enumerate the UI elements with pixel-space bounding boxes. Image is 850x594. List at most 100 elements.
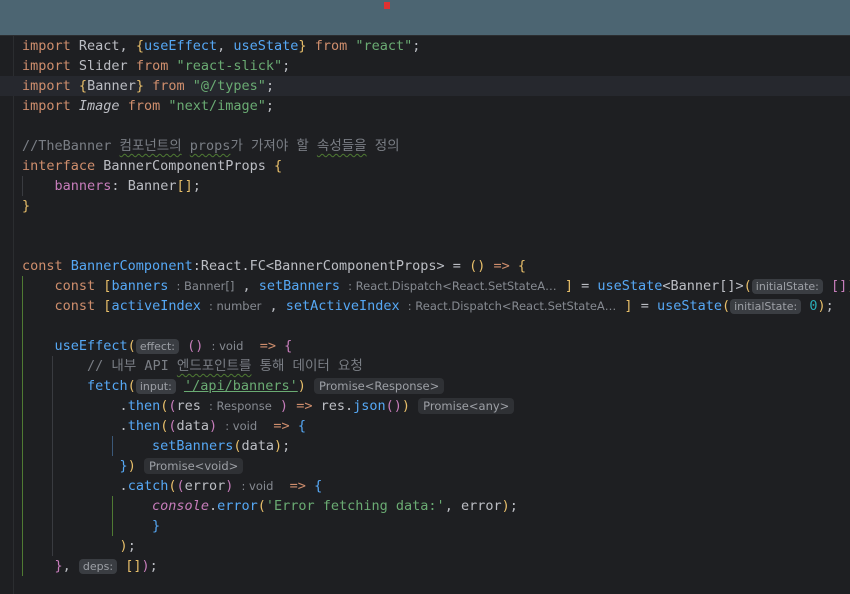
indent-guide: [22, 496, 23, 516]
code-token: =>: [493, 258, 510, 274]
code-token: React,: [70, 38, 136, 54]
code-line[interactable]: }, deps: []);: [0, 556, 850, 576]
code-line[interactable]: [0, 236, 850, 256]
code-token: (): [469, 258, 486, 274]
code-token: "react-slick": [176, 58, 283, 74]
indent-guide: [52, 536, 53, 556]
code-token: ;: [149, 558, 158, 574]
code-line[interactable]: useEffect(effect: () : void => {: [0, 336, 850, 356]
code-line[interactable]: console.error('Error fetching data:', er…: [0, 496, 850, 516]
code-token: =>: [296, 398, 313, 414]
code-token: error: [184, 478, 226, 494]
code-line[interactable]: import React, {useEffect, useState} from…: [0, 36, 850, 56]
code-token: ;: [127, 538, 136, 554]
code-token: "next/image": [168, 98, 266, 114]
code-token: {: [78, 78, 88, 94]
code-token: Banner: [127, 178, 177, 194]
code-line[interactable]: [0, 316, 850, 336]
code-token: data: [241, 438, 274, 454]
indent-guide: [22, 336, 23, 356]
code-line[interactable]: .then((res : Response ) => res.json()) P…: [0, 396, 850, 416]
code-line[interactable]: }: [0, 516, 850, 536]
code-content[interactable]: import React, {useEffect, useState} from…: [0, 36, 850, 594]
code-token: const: [54, 298, 96, 314]
code-line[interactable]: [0, 216, 850, 236]
code-line[interactable]: setBanners(data);: [0, 436, 850, 456]
code-line[interactable]: const BannerComponent:React.FC<BannerCom…: [0, 256, 850, 276]
code-line[interactable]: interface BannerComponentProps {: [0, 156, 850, 176]
code-token: , error: [444, 498, 502, 514]
code-token: //TheBanner: [22, 138, 120, 154]
code-line[interactable]: import {Banner} from "@/types";: [0, 76, 850, 96]
inlay-parameter-hint: effect:: [135, 339, 179, 354]
code-token: ;: [282, 58, 291, 74]
code-editor[interactable]: import React, {useEffect, useState} from…: [0, 36, 850, 594]
code-line[interactable]: import Image from "next/image";: [0, 96, 850, 116]
code-line[interactable]: [0, 116, 850, 136]
indent-guide: [22, 296, 23, 316]
inlay-type-hint: : React.Dispatch<React.SetStateA…: [348, 279, 557, 293]
code-token: ]: [624, 298, 633, 314]
code-token: res: [176, 398, 201, 414]
code-token: {: [314, 478, 323, 494]
code-token: {: [517, 258, 527, 274]
code-line[interactable]: );: [0, 536, 850, 556]
code-line[interactable]: }) Promise<void>: [0, 456, 850, 476]
code-token: ): [273, 438, 283, 454]
inlay-parameter-hint: initialState:: [730, 299, 802, 314]
code-token: .: [119, 478, 128, 494]
code-token: 속성들을: [316, 138, 367, 154]
code-token: =>: [289, 478, 306, 494]
red-marker-icon: [384, 2, 390, 9]
code-token: }: [119, 458, 128, 474]
indent-guide: [22, 476, 23, 496]
code-token: ): [141, 558, 150, 574]
indent-guide: [22, 436, 23, 456]
code-line[interactable]: // 내부 API 엔드포인트를 통해 데이터 요청: [0, 356, 850, 376]
code-token: 엔드포인트를: [176, 358, 252, 374]
code-token: ,: [217, 38, 234, 54]
code-line[interactable]: const [banners : Banner[] , setBanners :…: [0, 276, 850, 296]
code-token: ;: [265, 78, 275, 94]
inlay-type-hint: : void: [211, 339, 244, 353]
code-token: BannerComponentProps: [95, 158, 274, 174]
code-token: :: [111, 178, 128, 194]
code-token: ): [817, 298, 826, 314]
code-line[interactable]: .then((data) : void => {: [0, 416, 850, 436]
indent-guide: [22, 536, 23, 556]
code-line[interactable]: import Slider from "react-slick";: [0, 56, 850, 76]
code-line[interactable]: }: [0, 196, 850, 216]
code-token: ;: [192, 178, 201, 194]
inlay-type-hint: Promise<Response>: [314, 378, 445, 394]
code-line[interactable]: //TheBanner 컴포넌트의 props가 가져야 할 속성들을 정의: [0, 136, 850, 156]
code-token: ): [297, 378, 306, 394]
code-token: }: [22, 198, 31, 214]
inlay-type-hint: : Banner[]: [176, 279, 235, 293]
inlay-parameter-hint: initialState:: [751, 279, 823, 294]
code-token: ): [127, 458, 136, 474]
code-token: useEffect: [54, 338, 128, 354]
code-token: ,: [62, 558, 79, 574]
code-line[interactable]: .catch((error) : void => {: [0, 476, 850, 496]
code-line[interactable]: const [activeIndex : number , setActiveI…: [0, 296, 850, 316]
inlay-type-hint: Promise<any>: [418, 398, 515, 414]
code-token: BannerComponent: [70, 258, 193, 274]
code-line[interactable]: fetch(input: '/api/banners') Promise<Res…: [0, 376, 850, 396]
code-line[interactable]: banners: Banner[];: [0, 176, 850, 196]
code-token: ): [279, 398, 289, 414]
